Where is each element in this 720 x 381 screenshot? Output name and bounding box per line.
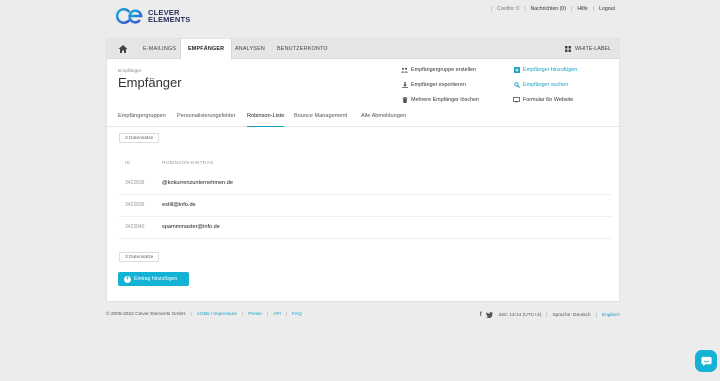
footer-time: Zeit: 13:14 (UTC+2) [498,312,542,318]
create-group-action[interactable]: Empfängergruppe erstellen [401,63,479,78]
search-recipient-label: Empfänger suchen [523,82,569,89]
footer-link-api[interactable]: API [273,312,281,317]
nav-benutzerkonto[interactable]: BENUTZERKONTO [277,39,328,59]
page-title: Empfänger [118,75,182,90]
help-link[interactable]: Hilfe [577,6,587,12]
home-icon[interactable] [118,44,128,54]
white-label-button[interactable]: WHITE-LABEL [565,39,611,59]
brand-logo[interactable]: CLEVER ELEMENTS [116,7,190,25]
delete-multiple-action[interactable]: Mehrere Empfänger löschen [401,92,479,107]
chat-icon [700,356,712,366]
table-row[interactable]: 3422836 estill@info.de [119,195,611,217]
website-form-action[interactable]: Formular für Website [513,92,577,107]
delete-multiple-label: Mehrere Empfänger löschen [411,96,480,103]
credits-indicator[interactable]: Credits: 0 [497,6,519,12]
record-count-bottom: 3 Datensätze [119,252,160,262]
footer-language: Sprache: Deutsch [552,312,591,318]
nav-emailings[interactable]: E-MAILINGS [143,39,176,59]
table-row[interactable]: 3422838 @kokurrenzunternehmen.de [119,173,611,195]
tab-personalisierungsfelder[interactable]: Personalisierungsfelder [177,111,235,127]
row-entry: estill@info.de [162,202,196,208]
top-header: CLEVER ELEMENTS | Credits: 0 | Nachricht… [0,0,720,38]
tab-empfaengergruppen[interactable]: Empfängergruppen [118,111,166,127]
monitor-icon [513,96,520,103]
copyright: © 2005-2022 Clever Elements GmbH [106,312,186,317]
table-row[interactable]: 3422840 spammmaster@info.de [119,217,611,239]
nav-empfaenger[interactable]: EMPFÄNGER [180,39,233,60]
export-action[interactable]: Empfänger exportieren [401,78,479,93]
add-recipient-action[interactable]: Empfänger hinzufügen [513,63,577,78]
footer-link-preise[interactable]: Preise [248,312,262,317]
social-links: f [480,312,493,318]
add-entry-button[interactable]: + Eintrag hinzufügen [118,272,189,286]
breadcrumb: Empfänger [118,69,142,74]
search-icon [513,82,520,89]
row-id: 3422840 [125,224,145,230]
facebook-icon[interactable]: f [480,312,482,318]
export-label: Empfänger exportieren [411,82,466,89]
clever-elements-logo-icon [116,8,143,24]
plus-circle-icon: + [124,275,131,283]
add-recipient-label: Empfänger hinzufügen [523,67,578,74]
download-icon [401,82,408,89]
grid-icon [565,46,572,52]
column-header-id: ID [125,161,131,166]
actions-left: Empfängergruppe erstellen Empfänger expo… [401,63,479,107]
row-id: 3422838 [125,180,145,186]
footer-link-agb[interactable]: AGBs / Impressum [197,312,237,317]
footer-language-english[interactable]: Englisch [602,313,620,318]
brand-line-2: ELEMENTS [148,15,191,24]
twitter-icon[interactable] [485,312,493,318]
users-icon [401,67,408,74]
plus-square-icon [513,67,520,74]
tab-robinson-liste[interactable]: Robinson-Liste [247,111,285,127]
row-entry: spammmaster@info.de [162,224,220,230]
row-id: 3422836 [125,202,145,208]
main-card: E-MAILINGS EMPFÄNGER ANALYSEN BENUTZERKO… [106,38,620,302]
footer-link-faq[interactable]: FAQ [292,312,302,317]
column-header-entry: ROBINSON-EINTRAG [162,161,214,166]
white-label-text: WHITE-LABEL [575,46,611,52]
tab-bounce-management[interactable]: Bounce Management [294,111,347,127]
nav-analysen[interactable]: ANALYSEN [235,39,265,59]
chat-widget-button[interactable] [695,350,717,372]
brand-wordmark: CLEVER ELEMENTS [148,8,191,24]
row-entry: @kokurrenzunternehmen.de [162,180,233,186]
footer: © 2005-2022 Clever Elements GmbH | AGBs … [106,312,620,318]
top-links: | Credits: 0 | Nachrichten (0) | Hilfe |… [490,6,615,12]
trash-icon [401,96,408,103]
logout-link[interactable]: Logout [599,6,615,12]
search-recipient-action[interactable]: Empfänger suchen [513,78,577,93]
main-nav: E-MAILINGS EMPFÄNGER ANALYSEN BENUTZERKO… [107,39,619,60]
messages-link[interactable]: Nachrichten (0) [531,6,566,12]
actions-right: Empfänger hinzufügen Empfänger suchen Fo… [513,63,577,107]
tab-alle-abmeldungen[interactable]: Alle Abmeldungen [361,111,406,127]
sub-tabs: Empfängergruppen Personalisierungsfelder… [107,111,619,127]
add-entry-label: Eintrag hinzufügen [134,276,178,282]
record-count-top: 3 Datensätze [119,133,160,143]
website-form-label: Formular für Website [523,96,574,103]
create-group-label: Empfängergruppe erstellen [411,67,477,74]
